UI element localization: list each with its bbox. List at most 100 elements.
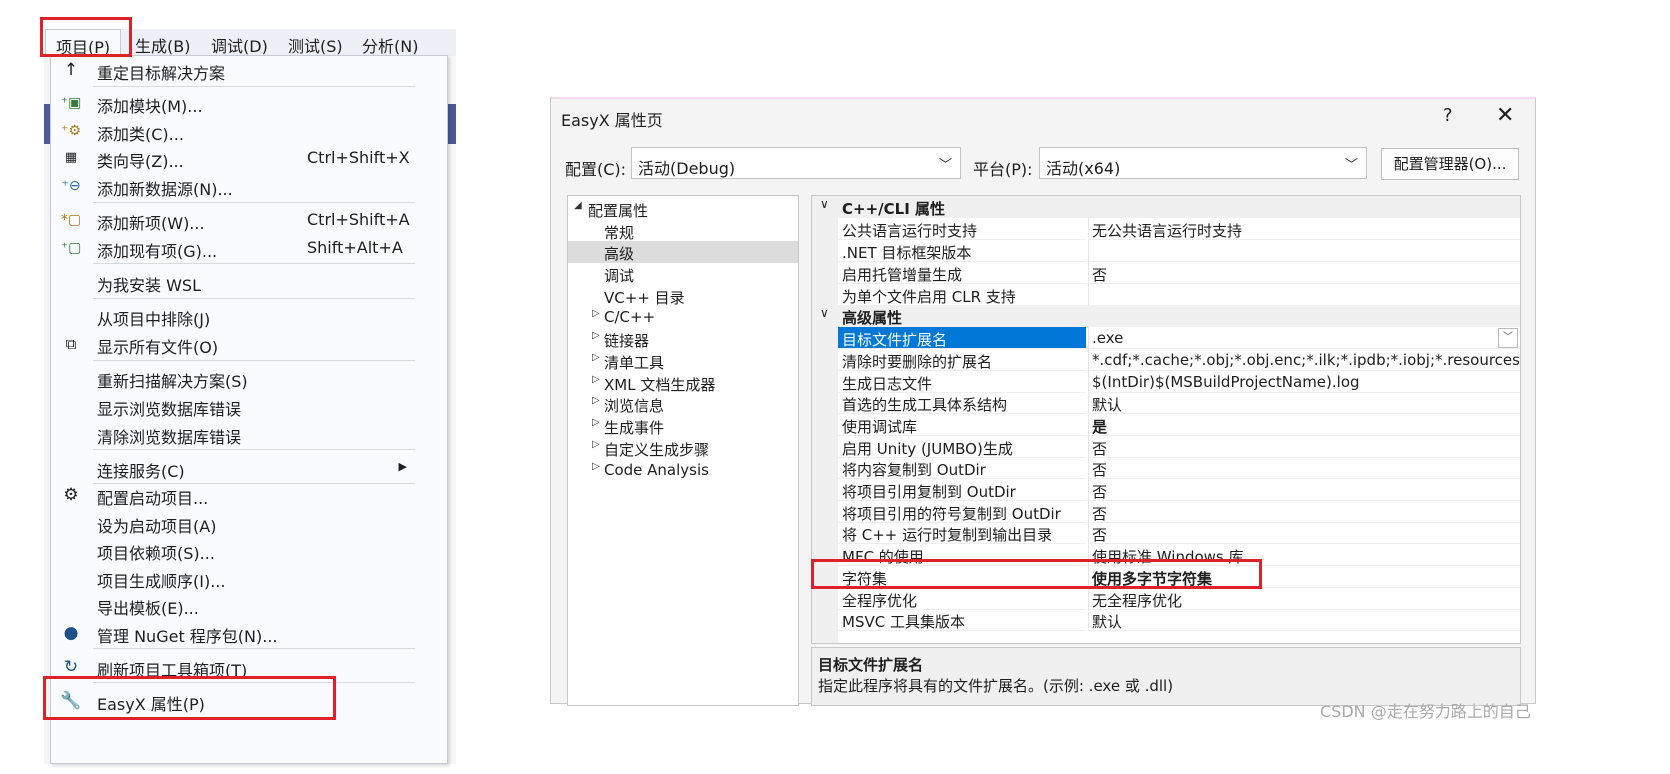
menu-analyze[interactable]: 分析(N) <box>362 33 418 57</box>
property-row[interactable]: 将项目引用复制到 OutDir 否 <box>812 479 1520 501</box>
property-value[interactable]: 否 <box>1088 522 1520 544</box>
collapse-icon[interactable]: ◢ <box>574 200 582 211</box>
property-value[interactable]: 否 <box>1088 262 1520 284</box>
category-advanced[interactable]: ∨ 高级属性 <box>812 305 1520 327</box>
menu-item-label: 添加类(C)... <box>97 125 184 144</box>
tree-item-debugging[interactable]: 调试 <box>568 263 798 285</box>
property-row[interactable]: 使用调试库 是 <box>812 414 1520 436</box>
chevron-down-icon[interactable]: ∨ <box>820 306 829 320</box>
property-name: 将 C++ 运行时复制到输出目录 <box>838 522 1086 544</box>
menu-item-add-existing-item[interactable]: ⁺▢ 添加现有项(G)... Shift+Alt+A <box>51 234 447 262</box>
tree-item-code-analysis[interactable]: ▷ Code Analysis <box>568 459 798 481</box>
property-row[interactable]: 将 C++ 运行时复制到输出目录 否 <box>812 522 1520 544</box>
menu-item-set-startup-project[interactable]: 设为启动项目(A) <box>51 509 447 537</box>
property-row[interactable]: 启用托管增量生成 否 <box>812 262 1520 284</box>
tree-item-label: C/C++ <box>604 308 656 326</box>
platform-dropdown[interactable]: 活动(x64) ﹀ <box>1039 147 1367 179</box>
property-value[interactable]: $(IntDir)$(MSBuildProjectName).log <box>1088 371 1520 393</box>
menu-item-label: 添加模块(M)... <box>97 97 203 116</box>
tree-item-advanced[interactable]: 高级 <box>568 241 798 263</box>
menu-item-add-class[interactable]: ⁺⚙ 添加类(C)... <box>51 117 447 145</box>
tree-item-manifest-tool[interactable]: ▷ 清单工具 <box>568 350 798 372</box>
tree-item-configuration-properties[interactable]: ◢ 配置属性 <box>568 198 798 220</box>
property-row[interactable]: 将内容复制到 OutDir 否 <box>812 457 1520 479</box>
property-name: 使用调试库 <box>838 414 1086 436</box>
property-row[interactable]: MSVC 工具集版本 默认 <box>812 609 1520 631</box>
tree-item-vc-directories[interactable]: VC++ 目录 <box>568 285 798 307</box>
menu-item-project-dependencies[interactable]: 项目依赖项(S)... <box>51 536 447 564</box>
property-value[interactable]: 否 <box>1088 436 1520 458</box>
submenu-arrow-icon: ▶ <box>398 460 407 473</box>
tree-item-c-cpp[interactable]: ▷ C/C++ <box>568 306 798 328</box>
property-value[interactable]: 是 <box>1088 414 1520 436</box>
tree-item-linker[interactable]: ▷ 链接器 <box>568 328 798 350</box>
property-row[interactable]: 启用 Unity (JUMBO)生成 否 <box>812 436 1520 458</box>
tree-item-general[interactable]: 常规 <box>568 220 798 242</box>
property-value[interactable] <box>1088 284 1520 306</box>
menu-item-clear-browse-db-errors[interactable]: 清除浏览数据库错误 <box>51 420 447 448</box>
menu-build[interactable]: 生成(B) <box>135 33 190 57</box>
property-value[interactable]: 无公共语言运行时支持 <box>1088 218 1520 240</box>
property-value[interactable] <box>1088 240 1520 262</box>
property-value[interactable]: 否 <box>1088 479 1520 501</box>
property-row[interactable]: 为单个文件启用 CLR 支持 <box>812 284 1520 306</box>
property-value[interactable]: 无全程序优化 <box>1088 588 1520 610</box>
menu-item-show-browse-db-errors[interactable]: 显示浏览数据库错误 <box>51 392 447 420</box>
expand-icon[interactable]: ▷ <box>592 439 600 450</box>
property-value[interactable]: 默认 <box>1088 609 1520 631</box>
property-row[interactable]: 生成日志文件 $(IntDir)$(MSBuildProjectName).lo… <box>812 371 1520 393</box>
menu-item-connected-services[interactable]: 连接服务(C) ▶ <box>51 454 447 482</box>
menu-item-class-wizard[interactable]: ▦ 类向导(Z)... Ctrl+Shift+X <box>51 144 447 172</box>
show-all-files-icon: ⧉ <box>65 335 77 353</box>
highlight-box-easyx-properties <box>43 676 336 720</box>
property-row[interactable]: 首选的生成工具体系结构 默认 <box>812 392 1520 414</box>
expand-icon[interactable]: ▷ <box>592 308 600 319</box>
menu-test[interactable]: 测试(S) <box>288 33 343 57</box>
property-value[interactable]: .exe <box>1088 327 1520 349</box>
expand-icon[interactable]: ▷ <box>592 417 600 428</box>
close-icon[interactable]: ✕ <box>1496 103 1514 128</box>
expand-icon[interactable]: ▷ <box>592 330 600 341</box>
config-manager-button[interactable]: 配置管理器(O)... <box>1381 148 1519 180</box>
help-button[interactable]: ? <box>1443 105 1453 126</box>
expand-icon[interactable]: ▷ <box>592 374 600 385</box>
property-row[interactable]: 清除时要删除的扩展名 *.cdf;*.cache;*.obj;*.obj.enc… <box>812 349 1520 371</box>
property-value[interactable]: 否 <box>1088 501 1520 523</box>
property-row-target-extension[interactable]: 目标文件扩展名 .exe ﹀ <box>812 327 1520 349</box>
menu-item-add-datasource[interactable]: ⁺⊖ 添加新数据源(N)... <box>51 172 447 200</box>
menu-item-show-all-files[interactable]: ⧉ 显示所有文件(O) <box>51 330 447 358</box>
tree-item-custom-build-step[interactable]: ▷ 自定义生成步骤 <box>568 437 798 459</box>
property-row[interactable]: 将项目引用的符号复制到 OutDir 否 <box>812 501 1520 523</box>
expand-icon[interactable]: ▷ <box>592 395 600 406</box>
menu-item-export-template[interactable]: 导出模板(E)... <box>51 591 447 619</box>
menu-debug[interactable]: 调试(D) <box>211 33 268 57</box>
property-value[interactable]: 否 <box>1088 457 1520 479</box>
category-cpp-cli[interactable]: ∨ C++/CLI 属性 <box>812 196 1520 218</box>
menu-item-add-new-item[interactable]: *▢ 添加新项(W)... Ctrl+Shift+A <box>51 206 447 234</box>
menu-item-retarget-solution[interactable]: ↑ 重定目标解决方案 <box>51 56 447 84</box>
menu-item-exclude-from-project[interactable]: 从项目中排除(J) <box>51 302 447 330</box>
chevron-down-icon[interactable]: ∨ <box>820 197 829 211</box>
property-name: 生成日志文件 <box>838 371 1086 393</box>
tree-item-browse-information[interactable]: ▷ 浏览信息 <box>568 393 798 415</box>
menu-item-install-wsl[interactable]: 为我安装 WSL <box>51 268 447 296</box>
menu-item-project-build-order[interactable]: 项目生成顺序(I)... <box>51 564 447 592</box>
expand-icon[interactable]: ▷ <box>592 461 600 472</box>
menu-separator <box>93 360 415 361</box>
menu-item-rescan-solution[interactable]: 重新扫描解决方案(S) <box>51 364 447 392</box>
menu-item-manage-nuget[interactable]: ● 管理 NuGet 程序包(N)... <box>51 619 447 647</box>
menu-item-add-module[interactable]: ⁺▣ 添加模块(M)... <box>51 89 447 117</box>
menu-item-configure-startup[interactable]: ⚙ 配置启动项目... <box>51 481 447 509</box>
chevron-down-icon[interactable]: ﹀ <box>1498 328 1518 348</box>
property-row[interactable]: 全程序优化 无全程序优化 <box>812 588 1520 610</box>
property-row[interactable]: 公共语言运行时支持 无公共语言运行时支持 <box>812 218 1520 240</box>
property-value[interactable]: *.cdf;*.cache;*.obj;*.obj.enc;*.ilk;*.ip… <box>1088 349 1520 371</box>
menu-separator <box>93 298 415 299</box>
expand-icon[interactable]: ▷ <box>592 352 600 363</box>
property-value[interactable]: 默认 <box>1088 392 1520 414</box>
tree-item-xml-doc-generator[interactable]: ▷ XML 文档生成器 <box>568 372 798 394</box>
config-dropdown[interactable]: 活动(Debug) ﹀ <box>631 147 961 179</box>
property-row[interactable]: .NET 目标框架版本 <box>812 240 1520 262</box>
property-name: 首选的生成工具体系结构 <box>838 392 1086 414</box>
tree-item-build-events[interactable]: ▷ 生成事件 <box>568 415 798 437</box>
